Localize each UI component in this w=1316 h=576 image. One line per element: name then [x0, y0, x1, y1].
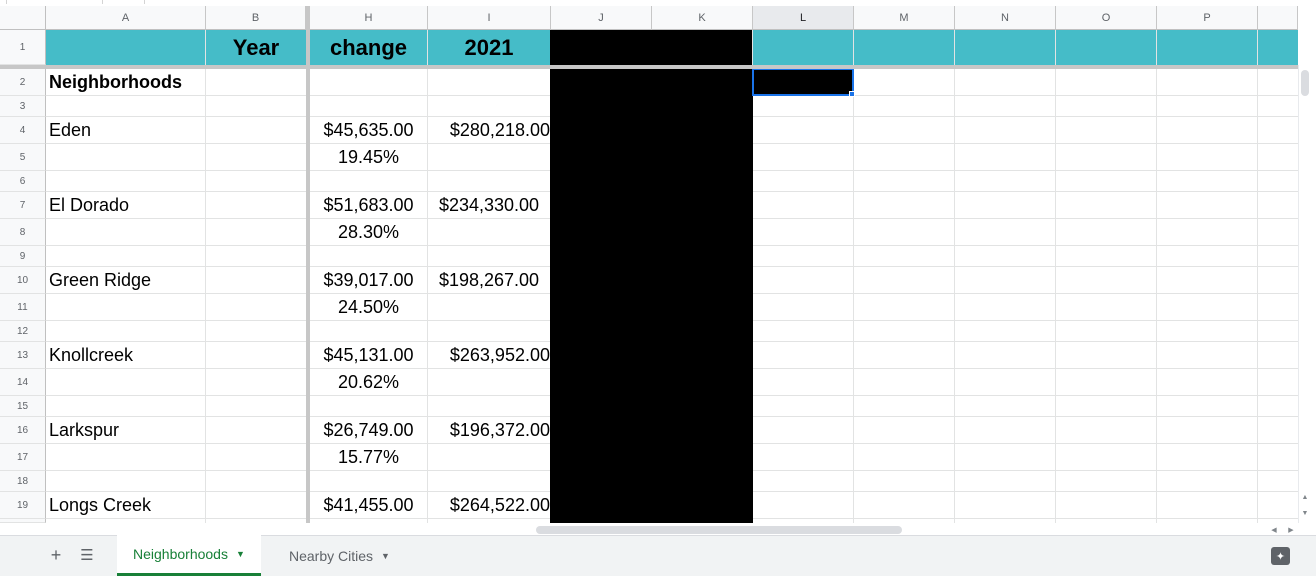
- cell-i19[interactable]: $264,522.00: [428, 492, 550, 518]
- column-header-b[interactable]: B: [206, 6, 306, 30]
- row-header-2[interactable]: 2: [0, 69, 46, 96]
- column-header-k[interactable]: K: [652, 6, 753, 30]
- row-header-14[interactable]: 14: [0, 369, 46, 396]
- plus-icon[interactable]: +: [43, 542, 69, 568]
- column-header-p[interactable]: P: [1157, 6, 1258, 30]
- row-header-7[interactable]: 7: [0, 192, 46, 219]
- row-header-19[interactable]: 19: [0, 492, 46, 519]
- cell-i13[interactable]: $263,952.00: [428, 342, 550, 368]
- cell-h14[interactable]: 20.62%: [310, 369, 427, 395]
- row-header-1[interactable]: 1: [0, 30, 46, 65]
- column-header-j[interactable]: J: [551, 6, 652, 30]
- row-header-6[interactable]: 6: [0, 171, 46, 192]
- column-header-o[interactable]: O: [1056, 6, 1157, 30]
- cell-h10[interactable]: $39,017.00: [310, 267, 427, 293]
- cell-a19[interactable]: Longs Creek: [49, 492, 151, 518]
- cell-h4[interactable]: $45,635.00: [310, 117, 427, 143]
- cell-h13[interactable]: $45,131.00: [310, 342, 427, 368]
- gridline: [1257, 30, 1258, 523]
- cell-i16[interactable]: $196,372.00: [428, 417, 550, 443]
- column-header-l[interactable]: L: [753, 6, 854, 30]
- cell-a2[interactable]: Neighborhoods: [49, 69, 182, 95]
- gridline: [1055, 30, 1056, 523]
- cell-i10[interactable]: $198,267.00: [428, 267, 550, 293]
- scroll-left-icon[interactable]: ◀: [1268, 526, 1280, 534]
- frozen-row-divider[interactable]: [0, 65, 1298, 69]
- gridline: [853, 30, 854, 523]
- column-header-n[interactable]: N: [955, 6, 1056, 30]
- row-header-10[interactable]: 10: [0, 267, 46, 294]
- cell-h1[interactable]: change: [310, 30, 427, 65]
- scroll-right-icon[interactable]: ▶: [1285, 526, 1297, 534]
- column-header-i[interactable]: I: [428, 6, 551, 30]
- cell-h11[interactable]: 24.50%: [310, 294, 427, 320]
- row-header-20[interactable]: [0, 519, 46, 523]
- horizontal-scroll-thumb[interactable]: [536, 526, 902, 534]
- row-header-5[interactable]: 5: [0, 144, 46, 171]
- gridline: [205, 30, 206, 523]
- tab-label: Nearby Cities: [289, 547, 374, 564]
- row-header-11[interactable]: 11: [0, 294, 46, 321]
- fill-handle[interactable]: [849, 91, 855, 97]
- selected-cell-l2[interactable]: [752, 68, 854, 96]
- cell-h7[interactable]: $51,683.00: [310, 192, 427, 218]
- scroll-down-icon[interactable]: ▼: [1299, 510, 1311, 517]
- menu-lines-icon[interactable]: ☰: [74, 542, 100, 568]
- gridline: [954, 30, 955, 523]
- cell-b1[interactable]: Year: [206, 30, 306, 65]
- cell-a13[interactable]: Knollcreek: [49, 342, 133, 368]
- vertical-scroll-thumb[interactable]: [1301, 70, 1309, 96]
- select-all-corner[interactable]: [0, 6, 46, 30]
- cell-i1[interactable]: 2021: [428, 30, 550, 65]
- tab-label: Neighborhoods: [133, 546, 228, 562]
- row-header-18[interactable]: 18: [0, 471, 46, 492]
- row-header-16[interactable]: 16: [0, 417, 46, 444]
- row-header-3[interactable]: 3: [0, 96, 46, 117]
- row-header-12[interactable]: 12: [0, 321, 46, 342]
- gridline: [1156, 30, 1157, 523]
- column-header-q[interactable]: [1258, 6, 1298, 30]
- chevron-down-icon[interactable]: ▼: [381, 551, 390, 561]
- frozen-column-divider[interactable]: [306, 6, 310, 523]
- vertical-scrollbar[interactable]: [1298, 65, 1314, 523]
- row-header-13[interactable]: 13: [0, 342, 46, 369]
- cell-i4[interactable]: $280,218.00: [428, 117, 550, 143]
- cell-h17[interactable]: 15.77%: [310, 444, 427, 470]
- cell-h8[interactable]: 28.30%: [310, 219, 427, 245]
- cell-a16[interactable]: Larkspur: [49, 417, 119, 443]
- toolbar-edge-mark: [6, 0, 7, 4]
- explore-sparkle-icon[interactable]: ✦: [1271, 547, 1290, 565]
- column-header-a[interactable]: A: [46, 6, 206, 30]
- cell-i7[interactable]: $234,330.00: [428, 192, 550, 218]
- scroll-up-icon[interactable]: ▲: [1299, 494, 1311, 501]
- cell-grid[interactable]: Year change 2021 Neighborhoods Eden $45,…: [46, 30, 1298, 523]
- column-header-h[interactable]: H: [310, 6, 428, 30]
- tab-neighborhoods[interactable]: Neighborhoods ▼: [117, 535, 261, 576]
- row-header-15[interactable]: 15: [0, 396, 46, 417]
- cell-h5[interactable]: 19.45%: [310, 144, 427, 170]
- chevron-down-icon[interactable]: ▼: [236, 549, 245, 559]
- toolbar-edge-mark: [144, 0, 145, 4]
- cell-a7[interactable]: El Dorado: [49, 192, 129, 218]
- row-header-17[interactable]: 17: [0, 444, 46, 471]
- cell-h16[interactable]: $26,749.00: [310, 417, 427, 443]
- cell-a4[interactable]: Eden: [49, 117, 91, 143]
- redacted-block: [550, 30, 752, 65]
- row-header-4[interactable]: 4: [0, 117, 46, 144]
- spreadsheet-app: A B H I J K L M N O P 1 2 3 4 5 6 7 8 9 …: [0, 0, 1316, 576]
- redacted-block: [550, 69, 753, 523]
- toolbar-edge-mark: [102, 0, 103, 4]
- column-header-m[interactable]: M: [854, 6, 955, 30]
- row-header-8[interactable]: 8: [0, 219, 46, 246]
- cell-h19[interactable]: $41,455.00: [310, 492, 427, 518]
- tab-nearby-cities[interactable]: Nearby Cities ▼: [273, 535, 406, 576]
- cell-a10[interactable]: Green Ridge: [49, 267, 151, 293]
- row-header-9[interactable]: 9: [0, 246, 46, 267]
